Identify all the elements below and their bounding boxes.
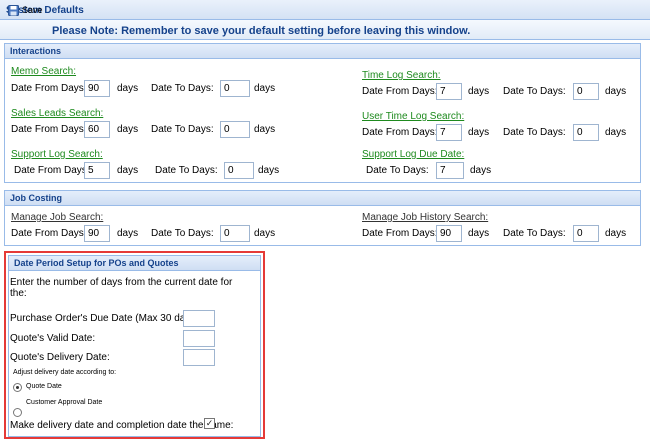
- timelog-from-label: Date From Days:: [362, 86, 438, 97]
- usertime-from-label: Date From Days:: [362, 127, 438, 138]
- sales-from-unit: days: [117, 124, 139, 135]
- radio-quote-date-label: Quote Date: [26, 383, 62, 390]
- quote-delivery-date-input[interactable]: [183, 349, 215, 366]
- memo-to-label: Date To Days:: [151, 83, 214, 94]
- history-from-unit: days: [468, 228, 490, 239]
- timelog-to-input[interactable]: 0: [573, 83, 599, 100]
- adjust-delivery-label: Adjust delivery date according to:: [13, 369, 117, 376]
- timelog-to-label: Date To Days:: [503, 86, 566, 97]
- job-from-input[interactable]: 90: [84, 225, 110, 242]
- job-to-input[interactable]: 0: [220, 225, 250, 242]
- radio-quote-date[interactable]: [13, 383, 22, 392]
- history-to-label: Date To Days:: [503, 228, 566, 239]
- supportdue-to-unit: days: [470, 165, 492, 176]
- manage-job-search-link[interactable]: Manage Job Search:: [11, 212, 103, 223]
- save-reminder-note: Please Note: Remember to save your defau…: [52, 25, 471, 37]
- support-log-search-link[interactable]: Support Log Search:: [11, 149, 103, 160]
- radio-customer-approval-label: Customer Approval Date: [26, 399, 103, 406]
- support-from-unit: days: [117, 165, 139, 176]
- support-to-label: Date To Days:: [155, 165, 218, 176]
- job-to-label: Date To Days:: [151, 228, 214, 239]
- sales-from-label: Date From Days:: [11, 124, 87, 135]
- quote-valid-date-input[interactable]: [183, 330, 215, 347]
- support-to-unit: days: [258, 165, 280, 176]
- memo-from-input[interactable]: 90: [84, 80, 110, 97]
- memo-search-link[interactable]: Memo Search:: [11, 66, 76, 77]
- timelog-from-input[interactable]: 7: [436, 83, 462, 100]
- job-from-label: Date From Days:: [11, 228, 87, 239]
- memo-from-label: Date From Days:: [11, 83, 87, 94]
- same-date-label: Make delivery date and completion date t…: [10, 420, 234, 431]
- date-period-intro-line2: the:: [10, 288, 27, 299]
- usertime-from-input[interactable]: 7: [436, 124, 462, 141]
- user-time-log-search-link[interactable]: User Time Log Search:: [362, 111, 464, 122]
- usertime-from-unit: days: [468, 127, 490, 138]
- job-costing-panel-title: Job Costing: [5, 191, 640, 206]
- same-date-checkbox[interactable]: ✓: [204, 418, 215, 429]
- save-button-label: Save: [22, 5, 43, 15]
- sales-to-unit: days: [254, 124, 276, 135]
- quote-delivery-date-label: Quote's Delivery Date:: [10, 352, 110, 363]
- support-log-due-date-link[interactable]: Support Log Due Date:: [362, 149, 464, 160]
- po-due-date-input[interactable]: [183, 310, 215, 327]
- history-from-input[interactable]: 90: [436, 225, 462, 242]
- job-to-unit: days: [254, 228, 276, 239]
- sales-from-input[interactable]: 60: [84, 121, 110, 138]
- sales-leads-search-link[interactable]: Sales Leads Search:: [11, 108, 103, 119]
- support-to-input[interactable]: 0: [224, 162, 254, 179]
- floppy-disk-icon: [8, 4, 19, 16]
- date-period-panel-title: Date Period Setup for POs and Quotes: [9, 256, 260, 271]
- support-from-input[interactable]: 5: [84, 162, 110, 179]
- time-log-search-link[interactable]: Time Log Search:: [362, 70, 441, 81]
- supportdue-to-label: Date To Days:: [366, 165, 429, 176]
- quote-valid-date-label: Quote's Valid Date:: [10, 333, 96, 344]
- save-button[interactable]: Save: [8, 3, 43, 17]
- job-from-unit: days: [117, 228, 139, 239]
- memo-to-unit: days: [254, 83, 276, 94]
- usertime-to-input[interactable]: 0: [573, 124, 599, 141]
- window-title: System Defaults: [0, 0, 650, 20]
- radio-customer-approval-date[interactable]: [13, 408, 22, 417]
- sales-to-input[interactable]: 0: [220, 121, 250, 138]
- interactions-panel-title: Interactions: [5, 44, 640, 59]
- po-due-date-label: Purchase Order's Due Date (Max 30 days):: [10, 313, 202, 324]
- usertime-to-label: Date To Days:: [503, 127, 566, 138]
- date-period-intro-line1: Enter the number of days from the curren…: [10, 277, 233, 288]
- timelog-to-unit: days: [605, 86, 627, 97]
- sales-to-label: Date To Days:: [151, 124, 214, 135]
- support-from-label: Date From Days:: [14, 165, 90, 176]
- manage-job-history-search-link[interactable]: Manage Job History Search:: [362, 212, 488, 223]
- memo-from-unit: days: [117, 83, 139, 94]
- memo-to-input[interactable]: 0: [220, 80, 250, 97]
- history-to-unit: days: [605, 228, 627, 239]
- history-to-input[interactable]: 0: [573, 225, 599, 242]
- supportdue-to-input[interactable]: 7: [436, 162, 464, 179]
- history-from-label: Date From Days:: [362, 228, 438, 239]
- timelog-from-unit: days: [468, 86, 490, 97]
- usertime-to-unit: days: [605, 127, 627, 138]
